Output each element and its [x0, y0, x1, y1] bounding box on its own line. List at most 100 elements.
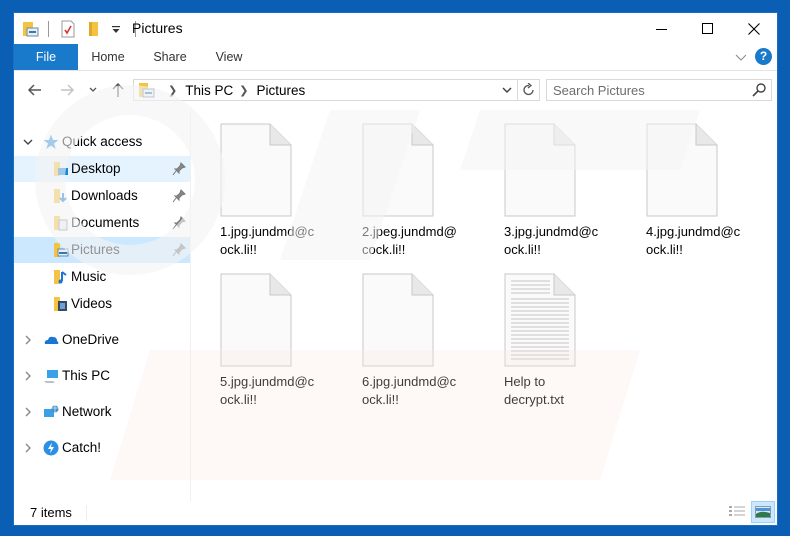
text-file-icon: [504, 273, 576, 367]
up-button[interactable]: [109, 81, 127, 99]
maximize-icon: [702, 22, 713, 34]
details-view-icon: [729, 506, 745, 516]
sidebar-label: Pictures: [71, 242, 120, 257]
recent-locations-button[interactable]: [87, 81, 99, 99]
arrow-up-icon: [112, 82, 124, 97]
search-box[interactable]: [546, 79, 772, 101]
new-folder-icon[interactable]: [85, 20, 103, 38]
large-icons-view-button[interactable]: [751, 501, 775, 523]
close-button[interactable]: [731, 13, 777, 44]
pin-icon[interactable]: [172, 216, 186, 230]
status-divider: [86, 505, 87, 521]
arrow-left-icon: [27, 84, 41, 96]
forward-button[interactable]: [58, 81, 76, 99]
sidebar-item-documents[interactable]: Documents: [14, 210, 190, 236]
breadcrumb-chevron-icon[interactable]: ❯: [168, 84, 177, 97]
sidebar-label: This PC: [62, 368, 111, 383]
chevron-down-icon[interactable]: [22, 136, 34, 148]
sidebar-label: Quick access: [62, 134, 143, 149]
file-name: 4.jpg.jundmd@c ock.li!!: [646, 224, 741, 257]
computer-icon: [44, 370, 58, 383]
file-item[interactable]: 1.jpg.jundmd@c ock.li!!: [192, 109, 314, 257]
blank-file-icon: [220, 273, 292, 367]
chevron-right-icon[interactable]: [22, 442, 34, 454]
refresh-button[interactable]: [518, 79, 540, 101]
blank-file-icon: [646, 123, 718, 217]
sidebar-item-this-pc[interactable]: This PC: [14, 363, 190, 389]
tab-home[interactable]: Home: [84, 44, 132, 70]
sidebar-label: Catch!: [62, 440, 102, 455]
details-view-button[interactable]: [725, 501, 749, 523]
breadcrumb-chevron-icon[interactable]: ❯: [239, 84, 248, 97]
chevron-right-icon[interactable]: [22, 406, 34, 418]
breadcrumb-pictures[interactable]: Pictures: [256, 83, 305, 98]
status-bar: 7 items: [14, 501, 777, 525]
file-item[interactable]: 2.jpeg.jundmd@ cock.li!!: [334, 109, 457, 257]
chevron-right-icon[interactable]: [22, 334, 34, 346]
file-name: 2.jpeg.jundmd@ cock.li!!: [362, 224, 457, 257]
help-button[interactable]: ?: [755, 48, 772, 65]
file-name: 5.jpg.jundmd@c ock.li!!: [220, 374, 315, 407]
customize-dropdown-icon[interactable]: [111, 20, 121, 38]
documents-folder-icon: [54, 216, 68, 231]
file-name: 1.jpg.jundmd@c ock.li!!: [220, 224, 315, 257]
navigation-pane: Quick access Desktop Downloads Documents…: [14, 109, 191, 501]
search-input[interactable]: [547, 80, 737, 100]
chevron-down-icon: [89, 87, 97, 92]
pin-icon[interactable]: [172, 189, 186, 203]
sidebar-item-catch[interactable]: Catch!: [14, 435, 190, 461]
minimize-icon: [656, 28, 667, 30]
pictures-folder-icon: [139, 83, 155, 98]
minimize-button[interactable]: [639, 13, 685, 44]
sidebar-label: Music: [71, 269, 107, 284]
quick-access-toolbar: [22, 19, 146, 39]
music-folder-icon: [54, 270, 67, 284]
file-item[interactable]: Help to decrypt.txt: [476, 259, 586, 407]
star-icon: [43, 134, 59, 149]
expand-ribbon-button[interactable]: [733, 49, 749, 65]
maximize-button[interactable]: [685, 13, 731, 44]
file-item[interactable]: 6.jpg.jundmd@c ock.li!!: [334, 259, 456, 407]
sidebar-label: OneDrive: [62, 332, 120, 347]
pin-icon[interactable]: [172, 243, 186, 257]
sidebar-label: Documents: [71, 215, 140, 230]
chevron-down-icon: [735, 54, 747, 61]
close-icon: [748, 22, 760, 35]
properties-checkmark-icon[interactable]: [59, 20, 77, 38]
item-count: 7 items: [30, 505, 72, 520]
file-item[interactable]: 5.jpg.jundmd@c ock.li!!: [192, 259, 314, 407]
address-dropdown-button[interactable]: [497, 80, 517, 100]
blank-file-icon: [362, 123, 434, 217]
sidebar-item-downloads[interactable]: Downloads: [14, 183, 190, 209]
pin-icon[interactable]: [172, 162, 186, 176]
ribbon: File Home Share View ?: [14, 44, 777, 71]
sidebar-item-desktop[interactable]: Desktop: [14, 156, 190, 182]
back-button[interactable]: [26, 81, 44, 99]
file-name: 6.jpg.jundmd@c ock.li!!: [362, 374, 457, 407]
blank-file-icon: [362, 273, 434, 367]
breadcrumb-this-pc[interactable]: This PC: [185, 83, 233, 98]
tab-view[interactable]: View: [209, 44, 249, 70]
sidebar-item-onedrive[interactable]: OneDrive: [14, 327, 190, 353]
arrow-right-icon: [61, 84, 75, 96]
explorer-window: Pictures File Home Share View ? ❯ This P…: [13, 12, 778, 526]
chevron-right-icon[interactable]: [22, 370, 34, 382]
file-item[interactable]: 4.jpg.jundmd@c ock.li!!: [618, 109, 740, 257]
sidebar-item-music[interactable]: Music: [14, 264, 190, 290]
tab-file[interactable]: File: [14, 44, 78, 70]
desktop-folder-icon: [54, 162, 68, 176]
blank-file-icon: [504, 123, 576, 217]
sidebar-label: Videos: [71, 296, 113, 311]
sidebar-label: Downloads: [71, 188, 138, 203]
tab-share[interactable]: Share: [144, 44, 196, 70]
folder-picture-icon[interactable]: [22, 20, 40, 38]
videos-folder-icon: [54, 297, 67, 311]
file-item[interactable]: 3.jpg.jundmd@c ock.li!!: [476, 109, 598, 257]
sidebar-item-pictures[interactable]: Pictures: [14, 237, 190, 263]
address-bar[interactable]: ❯ This PC ❯ Pictures: [133, 79, 518, 101]
sidebar-item-videos[interactable]: Videos: [14, 291, 190, 317]
sidebar-label: Network: [62, 404, 112, 419]
search-icon[interactable]: [751, 82, 767, 98]
sidebar-item-network[interactable]: Network: [14, 399, 190, 425]
sidebar-item-quick-access[interactable]: Quick access: [14, 129, 190, 155]
